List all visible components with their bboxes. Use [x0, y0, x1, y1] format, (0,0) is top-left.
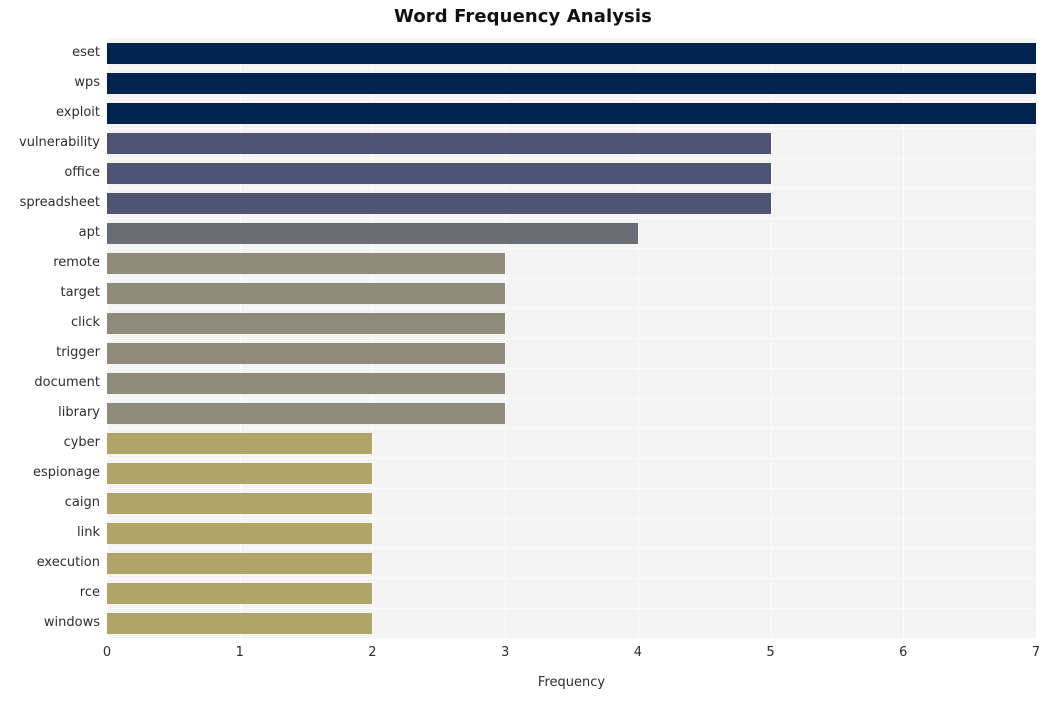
y-axis-tick-label: trigger	[56, 345, 100, 360]
bar	[107, 492, 373, 514]
y-axis-tick-label: document	[34, 375, 100, 390]
x-axis-tick-label: 3	[501, 645, 510, 660]
x-axis-tick-label: 7	[1031, 645, 1041, 660]
x-axis-tick-label: 2	[368, 645, 377, 660]
plot-area	[107, 38, 1037, 639]
bar	[107, 102, 1036, 124]
bar	[107, 612, 373, 634]
bar	[107, 162, 771, 184]
y-axis-tick-label: link	[77, 525, 100, 540]
y-axis-tick-label: execution	[36, 555, 100, 570]
x-axis-tick-label: 6	[899, 645, 908, 660]
x-axis-tick-label: 5	[766, 645, 775, 660]
bar	[107, 372, 506, 394]
y-axis-tick-label: click	[70, 315, 100, 330]
x-axis-tick-label: 4	[633, 645, 642, 660]
y-axis-tick-label: wps	[74, 75, 100, 90]
bar	[107, 312, 506, 334]
bar	[107, 222, 638, 244]
y-axis-tick-label: vulnerability	[19, 135, 100, 150]
bar	[107, 132, 771, 154]
bar	[107, 582, 373, 604]
bar	[107, 42, 1036, 64]
bar	[107, 522, 373, 544]
chart-figure: Word Frequency Analysis eset wps exploit vu…	[0, 0, 1046, 701]
y-axis-tick-label: target	[60, 285, 100, 300]
x-axis-tick-label: 0	[102, 645, 112, 660]
bar	[107, 252, 506, 274]
gridline-vertical	[1036, 38, 1037, 638]
y-axis-tick-label: eset	[72, 45, 100, 60]
x-axis-title: Frequency	[537, 675, 606, 690]
bar	[107, 552, 373, 574]
bar	[107, 192, 771, 214]
gridline-horizontal	[107, 638, 1036, 639]
y-axis-tick-label: exploit	[56, 105, 100, 120]
bar	[107, 342, 506, 364]
bar	[107, 72, 1036, 94]
bar	[107, 462, 373, 484]
y-axis-tick-label: apt	[78, 225, 100, 240]
y-axis-tick-label: espionage	[32, 465, 100, 480]
y-axis-tick-label: office	[64, 165, 100, 180]
bars-layer	[107, 38, 1036, 638]
bar	[107, 402, 506, 424]
x-axis-tick-label: 1	[235, 645, 244, 660]
y-axis-tick-label: remote	[53, 255, 100, 270]
y-axis-tick-label: cyber	[63, 435, 100, 450]
y-axis-tick-label: caign	[64, 495, 100, 510]
bar	[107, 432, 373, 454]
y-axis-tick-label: library	[58, 405, 100, 420]
y-axis-tick-label: spreadsheet	[19, 195, 100, 210]
bar	[107, 282, 506, 304]
chart-title: Word Frequency Analysis	[394, 6, 652, 27]
x-axis-tick-labels: 0 1 2 3 4 5 6 7	[0, 645, 1046, 667]
y-axis-tick-label: windows	[43, 615, 100, 630]
y-axis-tick-labels: eset wps exploit vulnerability office spreads…	[0, 38, 100, 638]
y-axis-tick-label: rce	[79, 585, 100, 600]
